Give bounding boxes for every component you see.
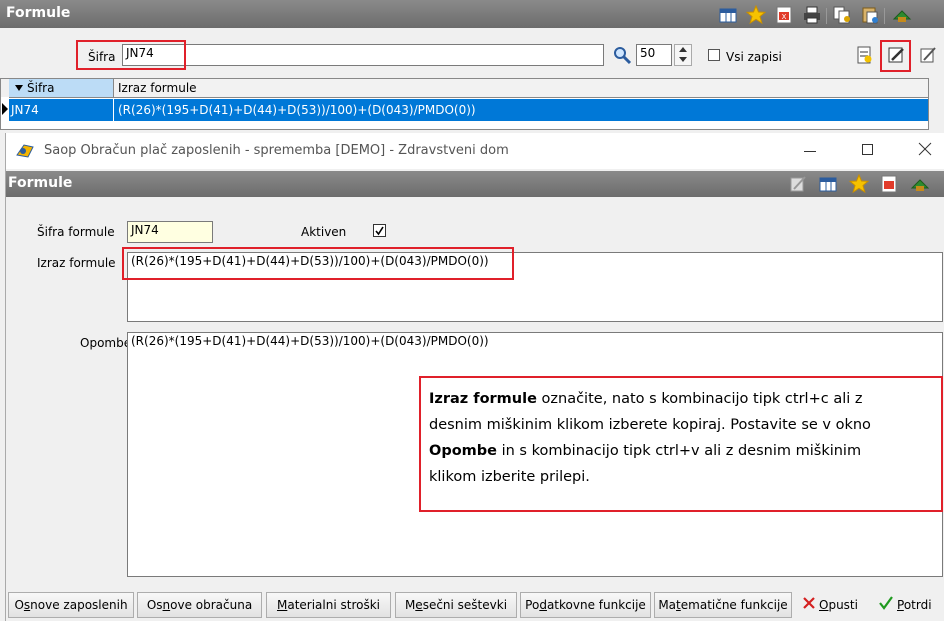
- aktiven-checkbox[interactable]: [373, 224, 386, 237]
- row-pointer-icon: [2, 103, 8, 115]
- aktiven-label: Aktiven: [301, 225, 347, 239]
- edit-disabled-icon: [788, 174, 808, 194]
- potrdi-button[interactable]: Potrdi: [878, 592, 942, 618]
- page-size-spinner[interactable]: [674, 44, 692, 66]
- instruction-callout: Izraz formule označite, nato s kombinaci…: [419, 376, 943, 512]
- checkmark-icon: [375, 226, 384, 236]
- new-record-icon[interactable]: [854, 45, 874, 65]
- toolbar-separator: [826, 8, 827, 24]
- izraz-highlight: [122, 247, 514, 280]
- callout-line-2: desnim miškinim klikom izberete kopiraj.…: [429, 417, 871, 433]
- callout-line-1: Izraz formule označite, nato s kombinaci…: [429, 391, 863, 407]
- page-size-value: 50: [640, 46, 656, 60]
- dialog-header-title: Formule: [8, 175, 73, 191]
- callout-line-4: klikom izberite prilepi.: [429, 469, 590, 485]
- all-records-label: Vsi zapisi: [726, 50, 782, 64]
- columns-icon[interactable]: [718, 5, 738, 25]
- cancel-x-icon: [802, 593, 816, 619]
- paste-record-icon[interactable]: [860, 5, 880, 25]
- sifra-highlight: [76, 40, 186, 70]
- copy-record-icon[interactable]: [832, 5, 852, 25]
- podatkovne-funkcije-button[interactable]: Podatkovne funkcije: [520, 592, 651, 618]
- grid-col-header-sifra[interactable]: Šifra: [9, 79, 114, 98]
- sifra-formule-label: Šifra formule: [37, 225, 115, 239]
- maximize-button[interactable]: [862, 144, 873, 155]
- export-pdf-icon[interactable]: X: [774, 5, 794, 25]
- search-icon[interactable]: [612, 45, 632, 65]
- grid-col-header-izraz[interactable]: Izraz formule: [114, 79, 928, 98]
- columns-icon[interactable]: [818, 174, 838, 194]
- materialni-stroski-button[interactable]: Materialni stroški: [266, 592, 391, 618]
- callout-line-3: Opombe in s kombinacijo tipk ctrl+v ali …: [429, 443, 862, 459]
- osnove-obracuna-button[interactable]: Osnove obračuna: [137, 592, 262, 618]
- dialog-titlebar: Saop Obračun plač zaposlenih - sprememba…: [6, 133, 944, 169]
- main-panel-title: Formule: [6, 5, 71, 21]
- dialog-header: Formule: [6, 171, 944, 197]
- edit-alt-icon[interactable]: [918, 45, 938, 65]
- osnove-zaposlenih-button[interactable]: Osnove zaposlenih: [8, 592, 134, 618]
- all-records-checkbox[interactable]: [708, 49, 720, 61]
- close-button[interactable]: [917, 141, 933, 157]
- sort-desc-icon: [15, 85, 23, 91]
- dialog-window-title: Saop Obračun plač zaposlenih - sprememba…: [44, 143, 509, 158]
- col-header-sifra-label: Šifra: [27, 81, 55, 95]
- svg-text:X: X: [782, 13, 787, 21]
- exit-icon[interactable]: [892, 5, 912, 25]
- confirm-check-icon: [878, 593, 894, 619]
- spinner-down-icon[interactable]: [679, 57, 687, 62]
- spinner-up-icon[interactable]: [679, 47, 687, 52]
- grid: Šifra Izraz formule JN74 (R(26)*(195+D(4…: [0, 78, 929, 130]
- toolbar-separator: [884, 8, 885, 24]
- edit-button-highlight: [880, 40, 911, 72]
- app-logo-icon: [16, 143, 34, 159]
- row-cell-izraz[interactable]: (R(26)*(195+D(41)+D(44)+D(53))/100)+(D(0…: [114, 99, 928, 121]
- mesecni-sestevki-button[interactable]: Mesečni seštevki: [395, 592, 517, 618]
- opusti-button[interactable]: Opusti: [802, 592, 864, 618]
- minimize-button[interactable]: [804, 151, 816, 152]
- table-row[interactable]: JN74 (R(26)*(195+D(41)+D(44)+D(53))/100)…: [1, 99, 928, 121]
- favorite-star-icon[interactable]: [745, 4, 767, 25]
- page-size-field[interactable]: 50: [636, 44, 672, 66]
- favorite-star-icon[interactable]: [848, 173, 870, 194]
- exit-icon[interactable]: [910, 174, 930, 194]
- matematicne-funkcije-button[interactable]: Matematične funkcije: [654, 592, 792, 618]
- export-pdf-icon[interactable]: [879, 174, 899, 194]
- row-cell-sifra[interactable]: JN74: [9, 99, 114, 121]
- col-header-izraz-label: Izraz formule: [118, 81, 197, 95]
- search-input[interactable]: JN74: [122, 44, 604, 66]
- print-icon[interactable]: [802, 5, 822, 25]
- opombe-label: Opombe: [80, 336, 132, 350]
- izraz-formule-label: Izraz formule: [37, 256, 116, 270]
- sifra-formule-field[interactable]: JN74: [127, 221, 213, 243]
